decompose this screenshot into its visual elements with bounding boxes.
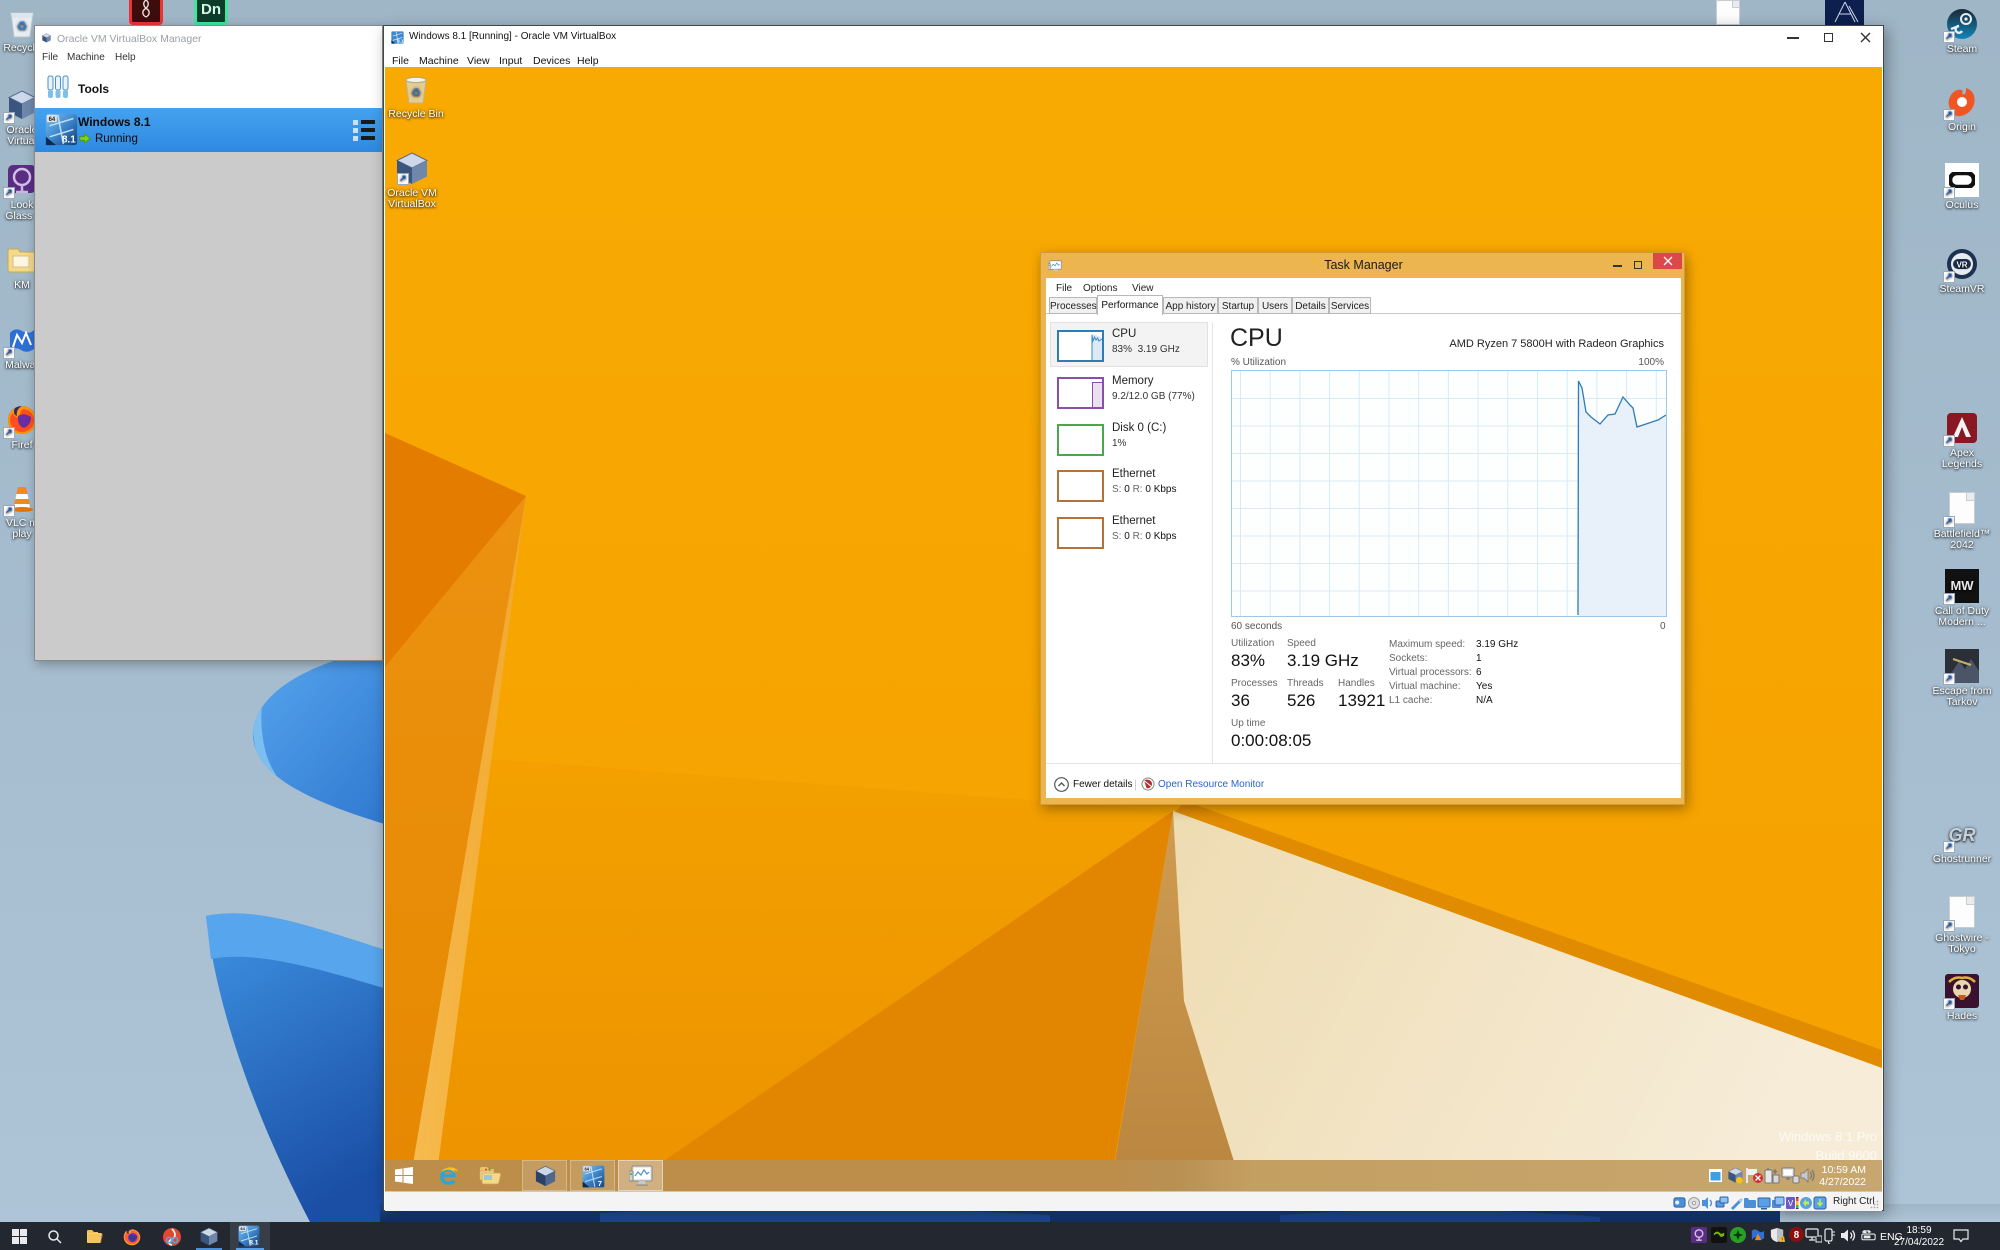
svg-text:8: 8: [1794, 1230, 1800, 1241]
svg-text:V: V: [1788, 1199, 1794, 1208]
svg-text:8.1: 8.1: [62, 134, 76, 145]
svg-text:8.1: 8.1: [397, 39, 404, 44]
svg-text:64: 64: [49, 117, 56, 123]
svg-text:♻: ♻: [17, 19, 28, 33]
svg-text:64: 64: [584, 1166, 589, 1171]
svg-text:♻: ♻: [411, 87, 421, 99]
svg-text:VR: VR: [1956, 261, 1967, 270]
svg-text:7: 7: [598, 1179, 602, 1188]
svg-text:64: 64: [240, 1226, 245, 1231]
svg-text:8.1: 8.1: [249, 1240, 259, 1247]
